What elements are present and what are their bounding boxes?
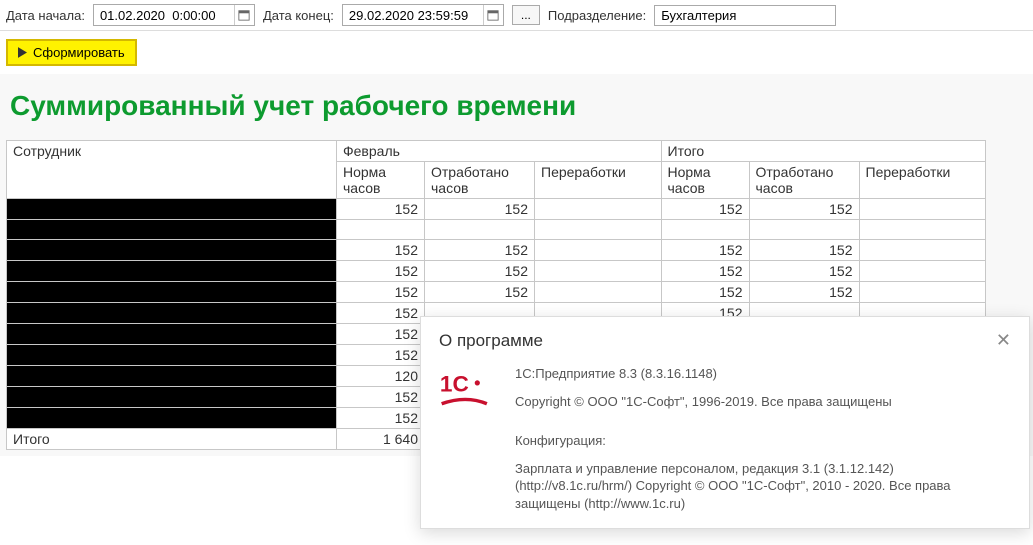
norm-cell: [337, 220, 425, 240]
employee-cell: [7, 199, 337, 220]
t-worked-cell: 152: [749, 282, 859, 303]
worked-cell: 152: [425, 261, 535, 282]
generate-button-label: Сформировать: [33, 45, 125, 60]
t-norm-cell: 152: [661, 240, 749, 261]
about-config-text: Зарплата и управление персоналом, редакц…: [515, 460, 1011, 513]
col-overtime: Переработки: [535, 162, 662, 199]
t-worked-cell: 152: [749, 261, 859, 282]
norm-cell: 152: [337, 303, 425, 324]
t-overtime-cell: [859, 282, 986, 303]
t-worked-cell: 152: [749, 240, 859, 261]
overtime-cell: [535, 220, 662, 240]
norm-cell: 152: [337, 387, 425, 408]
play-icon: [18, 47, 27, 58]
worked-cell: 152: [425, 282, 535, 303]
overtime-cell: [535, 199, 662, 220]
employee-cell: [7, 366, 337, 387]
overtime-cell: [535, 261, 662, 282]
calendar-icon[interactable]: [234, 5, 254, 25]
t-norm-cell: 152: [661, 282, 749, 303]
norm-cell: 152: [337, 261, 425, 282]
col-worked-hours: Отработано часов: [425, 162, 535, 199]
date-end-input[interactable]: [343, 6, 483, 25]
worked-cell: 152: [425, 199, 535, 220]
employee-cell: [7, 345, 337, 366]
more-options-button[interactable]: ...: [512, 5, 540, 25]
col-month: Февраль: [337, 141, 662, 162]
worked-cell: 152: [425, 240, 535, 261]
about-copyright: Copyright © ООО "1С-Софт", 1996-2019. Вс…: [515, 393, 1011, 411]
date-end-label: Дата конец:: [263, 8, 334, 23]
t-overtime-cell: [859, 240, 986, 261]
overtime-cell: [535, 240, 662, 261]
norm-cell: 152: [337, 199, 425, 220]
t-overtime-cell: [859, 261, 986, 282]
col-total-norm-hours: Норма часов: [661, 162, 749, 199]
t-norm-cell: 152: [661, 261, 749, 282]
t-norm-cell: [661, 220, 749, 240]
col-employee: Сотрудник: [7, 141, 337, 199]
about-dialog: О программе ✕ 1C 1С:Предприятие 8.3 (8.3…: [420, 316, 1030, 529]
division-input-group: [654, 5, 836, 26]
t-worked-cell: [749, 220, 859, 240]
logo-1c-icon: 1C: [439, 369, 493, 522]
employee-cell: [7, 303, 337, 324]
division-input[interactable]: [655, 6, 835, 25]
close-icon[interactable]: ✕: [996, 331, 1011, 349]
division-label: Подразделение:: [548, 8, 646, 23]
col-total: Итого: [661, 141, 986, 162]
about-config-label: Конфигурация:: [515, 432, 1011, 450]
generate-button[interactable]: Сформировать: [6, 39, 137, 66]
norm-cell: 152: [337, 345, 425, 366]
norm-cell: 152: [337, 282, 425, 303]
table-row: 152152152152: [7, 199, 986, 220]
filter-toolbar: Дата начала: Дата конец: ... Подразделен…: [0, 0, 1033, 31]
about-version: 1С:Предприятие 8.3 (8.3.16.1148): [515, 365, 1011, 383]
norm-cell: 120: [337, 366, 425, 387]
employee-cell: [7, 387, 337, 408]
employee-cell: [7, 324, 337, 345]
report-title: Суммированный учет рабочего времени: [6, 80, 1027, 140]
actions-row: Сформировать: [0, 31, 1033, 74]
col-norm-hours: Норма часов: [337, 162, 425, 199]
employee-cell: [7, 240, 337, 261]
col-total-worked-hours: Отработано часов: [749, 162, 859, 199]
t-overtime-cell: [859, 220, 986, 240]
table-row: 152152152152: [7, 240, 986, 261]
date-end-input-group: [342, 4, 504, 26]
employee-cell: [7, 282, 337, 303]
table-row: 152152152152: [7, 282, 986, 303]
date-start-input[interactable]: [94, 6, 234, 25]
total-label: Итого: [7, 429, 337, 450]
norm-cell: 152: [337, 240, 425, 261]
employee-cell: [7, 261, 337, 282]
t-norm-cell: 152: [661, 199, 749, 220]
date-start-label: Дата начала:: [6, 8, 85, 23]
worked-cell: [425, 220, 535, 240]
total-value: 1 640: [337, 429, 425, 450]
t-overtime-cell: [859, 199, 986, 220]
col-total-overtime: Переработки: [859, 162, 986, 199]
about-title: О программе: [439, 331, 543, 351]
calendar-icon[interactable]: [483, 5, 503, 25]
employee-cell: [7, 408, 337, 429]
norm-cell: 152: [337, 324, 425, 345]
t-worked-cell: 152: [749, 199, 859, 220]
about-text: 1С:Предприятие 8.3 (8.3.16.1148) Copyrig…: [515, 365, 1011, 522]
table-row: 152152152152: [7, 261, 986, 282]
table-row: [7, 220, 986, 240]
overtime-cell: [535, 282, 662, 303]
employee-cell: [7, 220, 337, 240]
norm-cell: 152: [337, 408, 425, 429]
date-start-input-group: [93, 4, 255, 26]
svg-text:1C: 1C: [440, 372, 469, 397]
